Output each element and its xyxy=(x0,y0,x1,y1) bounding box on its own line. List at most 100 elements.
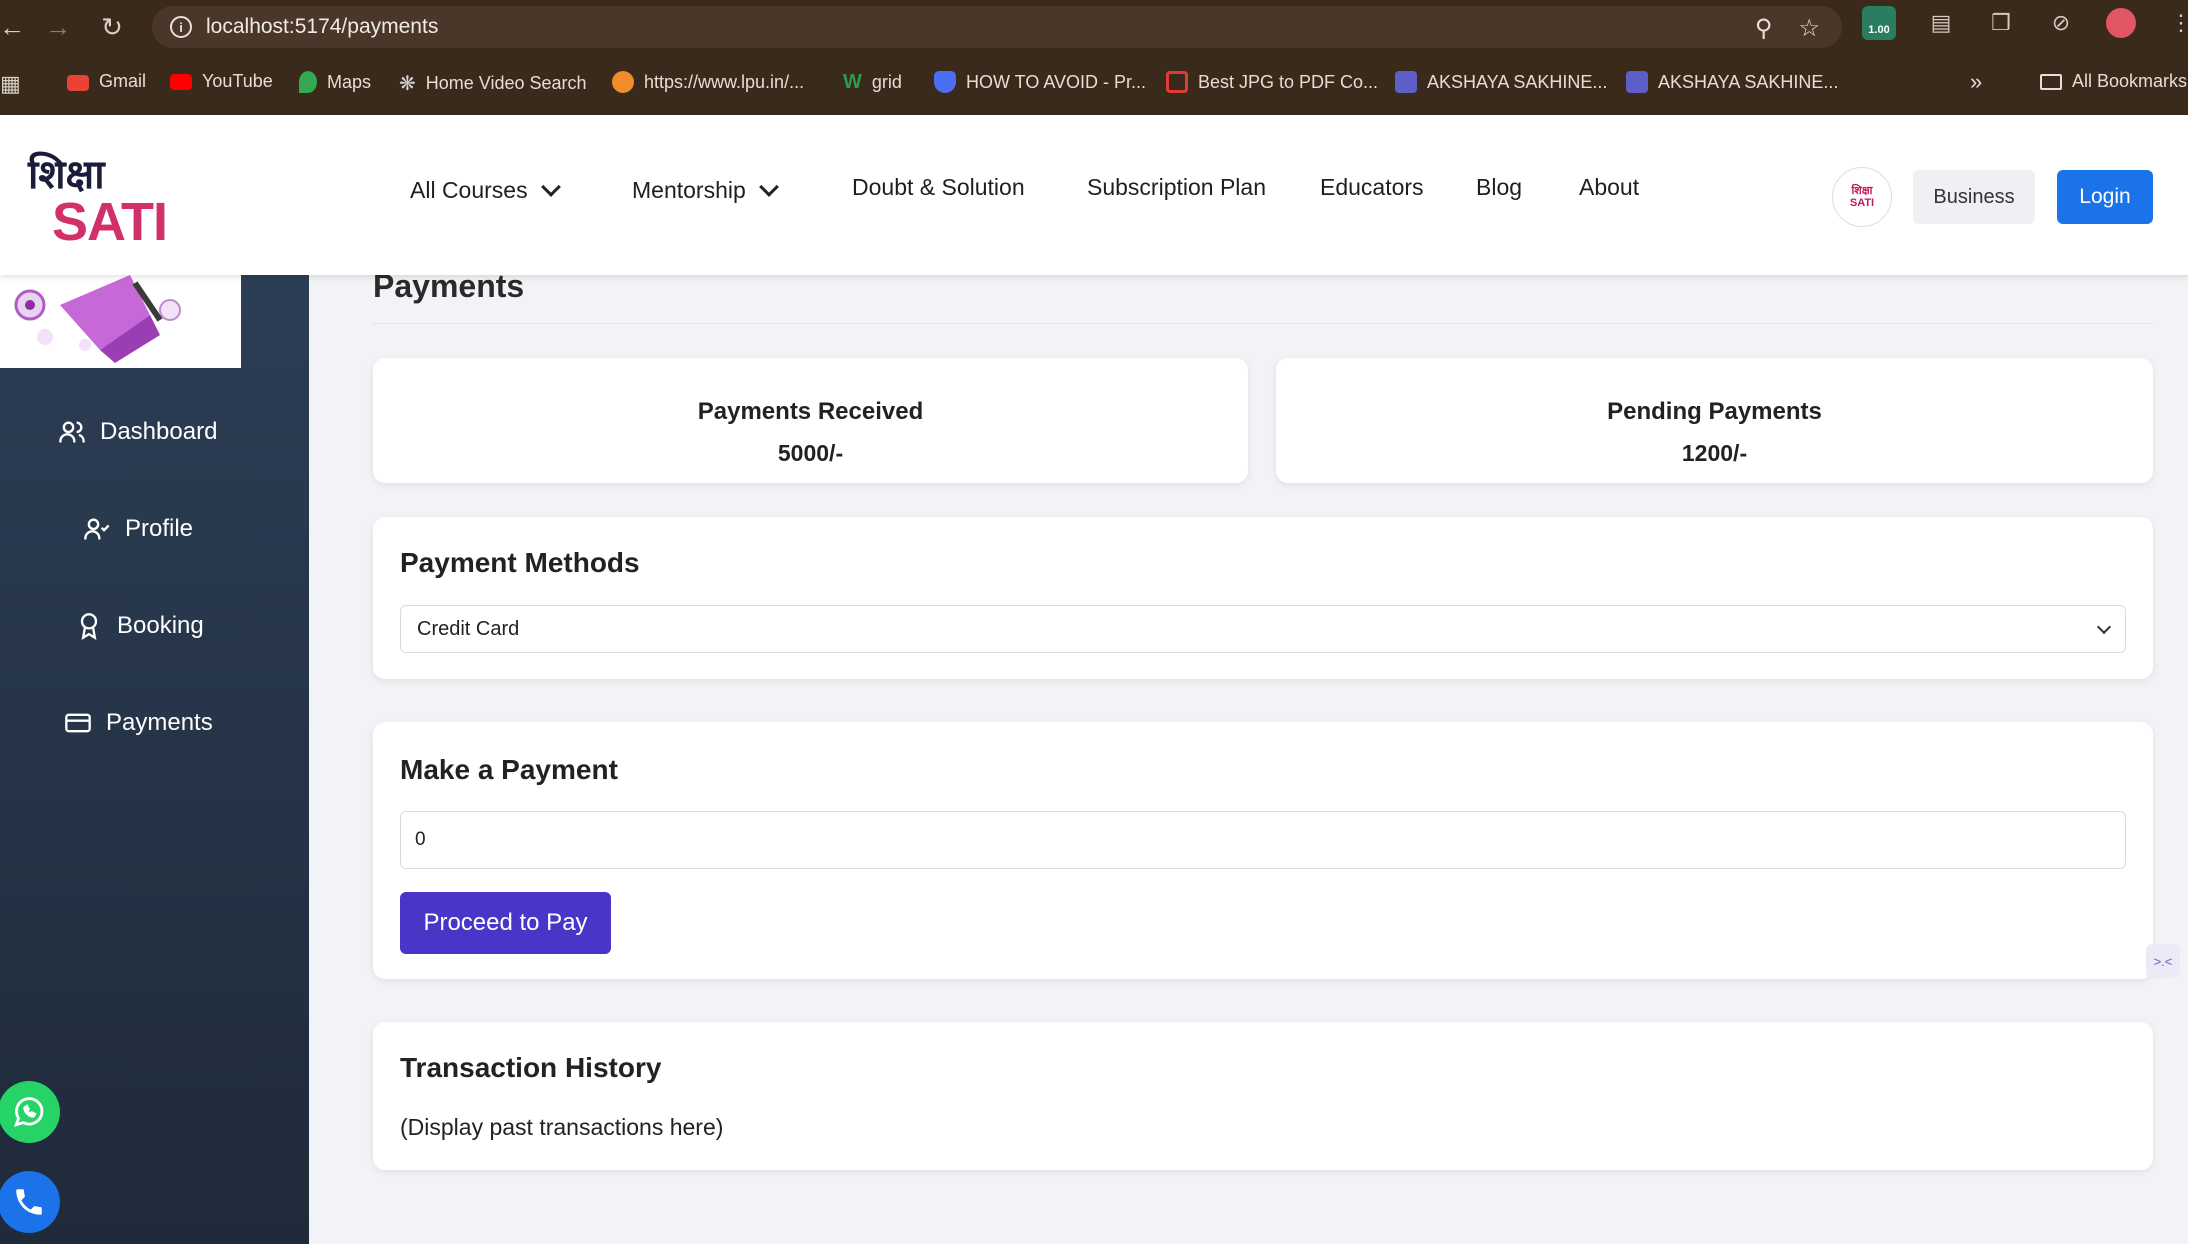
nav-label: Blog xyxy=(1476,174,1523,200)
make-payment-card: Make a Payment 0 Proceed to Pay xyxy=(373,722,2153,979)
performance-icon[interactable]: ⊘ xyxy=(2046,8,2076,38)
nav-educators[interactable]: Educators xyxy=(1320,174,1424,201)
credit-card-icon xyxy=(65,713,91,733)
reload-icon[interactable]: ↻ xyxy=(92,7,132,47)
collapse-widget-icon[interactable]: >.< xyxy=(2146,944,2180,978)
sidebar-item-booking[interactable]: Booking xyxy=(75,612,204,640)
payment-methods-card: Payment Methods Credit Card xyxy=(373,517,2153,679)
profile-avatar[interactable]: शिक्षा SATI xyxy=(1832,167,1892,227)
pending-payments-card: Pending Payments 1200/- xyxy=(1276,358,2153,483)
amount-value: 0 xyxy=(415,829,426,850)
stat-value: 5000/- xyxy=(777,440,844,466)
payment-method-select[interactable]: Credit Card xyxy=(400,605,2126,653)
bookmark-home-video-search[interactable]: ❋ Home Video Search xyxy=(399,71,587,96)
more-bookmarks-icon[interactable]: » xyxy=(1970,69,1982,95)
forward-icon[interactable]: → xyxy=(38,7,78,47)
bookmark-lpu[interactable]: https://www.lpu.in/... xyxy=(612,71,804,93)
lpu-icon xyxy=(612,71,634,93)
nav-all-courses[interactable]: All Courses xyxy=(410,176,561,204)
sidebar-item-label: Payments xyxy=(106,709,213,736)
nav-label: Subscription Plan xyxy=(1087,174,1266,200)
divider xyxy=(373,323,2153,324)
phone-button[interactable] xyxy=(0,1171,60,1233)
sidebar-item-dashboard[interactable]: Dashboard xyxy=(58,418,217,446)
award-icon xyxy=(80,613,98,640)
login-button[interactable]: Login xyxy=(2057,170,2153,224)
bookmark-jpg-to-pdf[interactable]: Best JPG to PDF Co... xyxy=(1166,71,1378,93)
back-icon[interactable]: ← xyxy=(0,7,32,47)
bookmark-akshaya-1[interactable]: AKSHAYA SAKHINE... xyxy=(1395,71,1607,93)
apps-grid-icon[interactable]: ▦ xyxy=(0,71,21,97)
bookmark-youtube[interactable]: YouTube xyxy=(170,71,273,92)
section-title: Transaction History xyxy=(400,1052,662,1083)
browser-toolbar: ← → ↻ i localhost:5174/payments ⚲ ☆ 1.00… xyxy=(0,0,2188,53)
whatsapp-button[interactable] xyxy=(0,1081,60,1143)
media-icon[interactable]: ▤ xyxy=(1926,8,1956,38)
bookmark-grid[interactable]: W grid xyxy=(843,71,902,94)
bookmark-star-icon[interactable]: ☆ xyxy=(1798,14,1820,43)
extension-badge-text: 1.00 xyxy=(1868,24,1890,36)
gmail-icon xyxy=(67,74,89,91)
whatsapp-icon xyxy=(14,1097,44,1127)
teams-icon xyxy=(1395,71,1417,93)
url-text[interactable]: localhost:5174/payments xyxy=(206,15,438,39)
transaction-history-card: Transaction History (Display past transa… xyxy=(373,1022,2153,1170)
nav-doubt-solution[interactable]: Doubt & Solution xyxy=(852,174,1025,201)
nav-label: Educators xyxy=(1320,174,1424,200)
user-check-icon xyxy=(84,518,110,540)
bookmark-maps[interactable]: Maps xyxy=(299,71,371,93)
address-bar[interactable]: i localhost:5174/payments ⚲ ☆ xyxy=(152,6,1842,48)
transactions-placeholder: (Display past transactions here) xyxy=(400,1114,724,1140)
avatar-logo-text: शिक्षा SATI xyxy=(1849,185,1875,209)
selected-value: Credit Card xyxy=(417,617,520,640)
site-header: शिक्षा SATI All Courses Mentorship Doubt… xyxy=(0,115,2188,275)
teams-icon xyxy=(1626,71,1648,93)
folder-icon xyxy=(2040,73,2062,90)
stat-title: Payments Received xyxy=(697,398,924,425)
chevron-down-icon xyxy=(758,176,779,197)
stat-title: Pending Payments xyxy=(1607,398,1822,425)
bookmark-akshaya-2[interactable]: AKSHAYA SAKHINE... xyxy=(1626,71,1838,93)
bookmark-label: https://www.lpu.in/... xyxy=(644,71,805,92)
nav-blog[interactable]: Blog xyxy=(1476,174,1522,201)
sidebar-item-label: Profile xyxy=(125,515,194,542)
sidebar: Dashboard Profile Booking Payments xyxy=(0,275,309,1244)
nav-label: Mentorship xyxy=(632,177,746,203)
nav-label: All Courses xyxy=(410,177,528,203)
zoom-icon[interactable]: ⚲ xyxy=(1755,14,1773,43)
sidebar-illustration xyxy=(0,275,241,368)
grid-icon: W xyxy=(843,71,862,93)
site-info-icon[interactable]: i xyxy=(170,16,192,38)
sidebar-item-payments[interactable]: Payments xyxy=(64,709,213,737)
logo-sati-text: SATI xyxy=(52,192,168,252)
sidebar-item-profile[interactable]: Profile xyxy=(83,515,193,543)
sidebar-item-label: Booking xyxy=(117,612,204,639)
nav-mentorship[interactable]: Mentorship xyxy=(632,176,779,204)
bookmark-label: YouTube xyxy=(202,71,273,91)
nav-about[interactable]: About xyxy=(1579,174,1639,201)
business-button[interactable]: Business xyxy=(1913,170,2035,224)
amount-input[interactable]: 0 xyxy=(400,811,2126,869)
youtube-icon xyxy=(170,73,192,90)
section-title: Make a Payment xyxy=(400,754,618,785)
bookmark-label: Gmail xyxy=(99,71,147,91)
site-logo[interactable]: शिक्षा SATI xyxy=(28,145,208,255)
bookmark-gmail[interactable]: Gmail xyxy=(67,71,146,92)
sidebar-item-label: Dashboard xyxy=(100,418,218,445)
dots-icon: ❋ xyxy=(399,73,416,95)
all-bookmarks[interactable]: All Bookmarks xyxy=(2040,71,2187,92)
nav-subscription-plan[interactable]: Subscription Plan xyxy=(1087,174,1266,201)
bookmark-how-to-avoid[interactable]: HOW TO AVOID - Pr... xyxy=(934,71,1146,93)
bookmarks-bar: ▦ Gmail YouTube Maps ❋ Home Video Search… xyxy=(0,53,2188,115)
chevron-down-icon xyxy=(540,176,561,197)
shield-icon xyxy=(934,71,956,93)
payments-received-card: Payments Received 5000/- xyxy=(373,358,1248,483)
nav-label: About xyxy=(1579,174,1640,200)
proceed-to-pay-button[interactable]: Proceed to Pay xyxy=(400,892,611,954)
bookmark-label: AKSHAYA SAKHINE... xyxy=(1427,71,1608,92)
extensions-puzzle-icon[interactable]: ❒ xyxy=(1986,8,2016,38)
extension-badge-icon[interactable]: 1.00 xyxy=(1862,6,1896,40)
profile-avatar-icon[interactable] xyxy=(2106,8,2136,38)
stat-value: 1200/- xyxy=(1681,440,1748,466)
browser-menu-icon[interactable]: ⋮ xyxy=(2166,8,2188,38)
